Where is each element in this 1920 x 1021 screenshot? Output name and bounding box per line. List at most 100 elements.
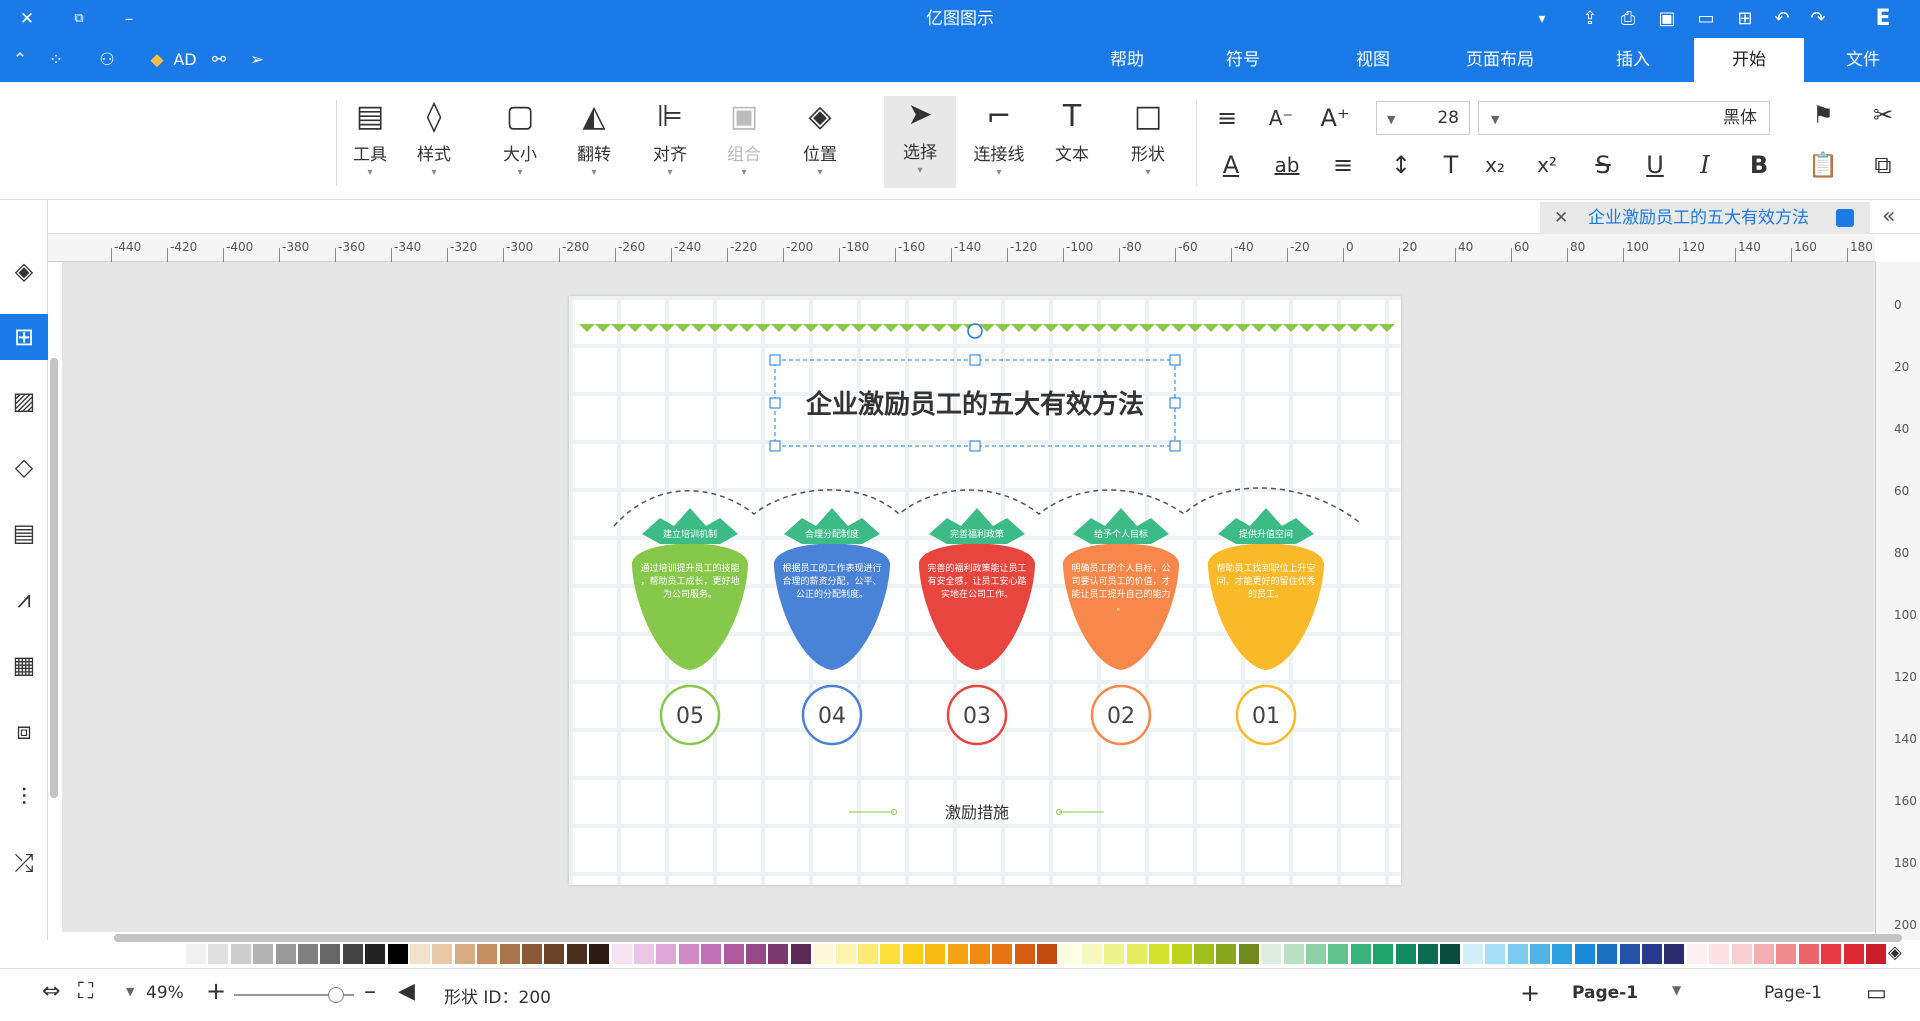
bullet-list-button[interactable]: ≡ xyxy=(1326,148,1360,182)
color-swatch[interactable] xyxy=(410,944,430,964)
add-page-icon[interactable]: + xyxy=(1520,979,1540,1007)
color-swatch[interactable] xyxy=(365,944,386,964)
rotate-handle[interactable] xyxy=(967,323,983,339)
color-swatch[interactable] xyxy=(1171,944,1192,964)
color-swatch[interactable] xyxy=(275,944,296,964)
send-icon[interactable]: ➢ xyxy=(244,41,270,79)
panel-toggle-icon[interactable]: ▭ xyxy=(1866,981,1887,1006)
text-tool-button[interactable]: T 文本 xyxy=(1044,98,1100,165)
vertical-scrollbar[interactable] xyxy=(50,358,58,798)
color-swatch[interactable] xyxy=(342,944,363,964)
export-icon[interactable]: ⇪ xyxy=(1578,0,1602,38)
zoom-level[interactable]: 49% xyxy=(146,983,184,1003)
resize-handle[interactable] xyxy=(1169,440,1181,452)
image-icon[interactable]: ▨ xyxy=(0,378,48,424)
color-swatch[interactable] xyxy=(858,944,878,964)
style-tool-button[interactable]: ◊ 样式 ▾ xyxy=(406,98,462,178)
color-swatch[interactable] xyxy=(1462,944,1483,964)
fill-bucket-icon[interactable]: ◈ xyxy=(1888,942,1902,963)
share-icon[interactable]: ⚯ xyxy=(206,41,232,79)
flip-tool-button[interactable]: ◭ 翻转 ▾ xyxy=(566,98,622,178)
play-icon[interactable]: ◀ xyxy=(398,979,415,1004)
font-color-button[interactable]: A xyxy=(1214,148,1248,182)
subscript-button[interactable]: x₂ xyxy=(1478,148,1512,182)
strikethrough-button[interactable]: S xyxy=(1586,148,1620,182)
align-dropdown-icon[interactable]: ≡ xyxy=(1210,101,1244,135)
zoom-slider-thumb[interactable] xyxy=(328,987,344,1003)
color-swatch[interactable] xyxy=(1104,944,1125,964)
color-swatch[interactable] xyxy=(566,944,587,964)
color-swatch[interactable] xyxy=(701,944,722,964)
strawberry-item[interactable]: 合理分配制度根据员工的工作表现进行合理的薪资分配，公平、公正的分配制度。 04 xyxy=(773,508,891,746)
tab-home[interactable]: 开始 xyxy=(1694,38,1804,82)
restore-icon[interactable]: ⧉ xyxy=(64,0,94,38)
fill-icon[interactable]: ◈ xyxy=(0,248,48,294)
quick-access-dropdown-icon[interactable]: ▾ xyxy=(1530,0,1554,38)
color-swatch[interactable] xyxy=(1238,944,1259,964)
diagram-title[interactable]: 企业激励员工的五大有效方法 xyxy=(806,389,1144,420)
color-swatch[interactable] xyxy=(1664,944,1685,964)
color-swatch[interactable] xyxy=(1261,944,1282,964)
print-icon[interactable]: ⎙ xyxy=(1616,0,1640,38)
position-tool-button[interactable]: ◈ 位置 ▾ xyxy=(792,98,848,178)
italic-button[interactable]: I xyxy=(1688,148,1722,182)
zoom-in-icon[interactable]: + xyxy=(206,977,226,1005)
color-swatch[interactable] xyxy=(992,944,1013,964)
color-swatch[interactable] xyxy=(230,944,251,964)
redo-icon[interactable]: ↷ xyxy=(1806,0,1830,38)
color-swatch[interactable] xyxy=(1530,944,1550,964)
layout-icon[interactable]: ⫶ xyxy=(0,774,48,820)
diagram-footer[interactable]: 激励措施 xyxy=(945,803,1009,822)
color-swatch[interactable] xyxy=(454,944,475,964)
text-style-button[interactable]: T xyxy=(1434,148,1468,182)
color-swatch[interactable] xyxy=(1843,944,1864,964)
color-swatch[interactable] xyxy=(1821,944,1842,964)
color-swatch[interactable] xyxy=(298,944,318,964)
color-swatch[interactable] xyxy=(1574,944,1595,964)
color-swatch[interactable] xyxy=(1798,944,1819,964)
color-swatch[interactable] xyxy=(768,944,789,964)
strawberry-item[interactable]: 建立培训机制通过培训提升员工的技能，帮助员工成长，更好地为公司服务。 05 xyxy=(631,508,749,746)
color-swatch[interactable] xyxy=(611,944,632,964)
color-swatch[interactable] xyxy=(790,944,811,964)
layers-icon[interactable]: ◇ xyxy=(0,444,48,490)
open-icon[interactable]: ▭ xyxy=(1694,0,1718,38)
bold-button[interactable]: B xyxy=(1742,148,1776,182)
color-swatch[interactable] xyxy=(925,944,946,964)
apps-icon[interactable]: ⁘ xyxy=(44,41,68,79)
collapse-panel-icon[interactable]: « xyxy=(1882,204,1895,229)
color-swatch[interactable] xyxy=(880,944,901,964)
color-swatch[interactable] xyxy=(208,944,229,964)
resize-handle[interactable] xyxy=(969,440,981,452)
color-swatch[interactable] xyxy=(902,944,923,964)
minimize-icon[interactable]: – xyxy=(114,0,144,38)
fit-page-icon[interactable]: ⇔ xyxy=(42,979,60,1004)
color-swatch[interactable] xyxy=(634,944,654,964)
color-swatch[interactable] xyxy=(1014,944,1035,964)
new-icon[interactable]: ⊞ xyxy=(1733,0,1757,38)
diagram-page[interactable]: 企业激励员工的五大有效方法 提供升值空间 帮助员工找到职位上升空 间，才能更好的留住… xyxy=(569,296,1401,885)
paste-icon[interactable]: 📋 xyxy=(1806,148,1840,182)
color-swatch[interactable] xyxy=(1619,944,1640,964)
color-swatch[interactable] xyxy=(163,944,184,964)
resize-handle[interactable] xyxy=(1169,397,1181,409)
horizontal-scrollbar[interactable] xyxy=(114,934,1902,942)
connector-tool-button[interactable]: ⌐ 连接线 ▾ xyxy=(964,98,1034,178)
zoom-dropdown-icon[interactable]: ▼ xyxy=(126,985,134,998)
strawberry-item[interactable]: 提供升值空间帮助员工找到职位上升空间，才能更好的留住优秀的员工。 01 xyxy=(1207,508,1325,746)
strawberry-item[interactable]: 完善福利政策完善的福利政策能让员工有安全感，让员工安心踏实地在公司工作。 03 xyxy=(918,508,1036,746)
tab-page-layout[interactable]: 页面布局 xyxy=(1440,38,1560,82)
color-swatch[interactable] xyxy=(1082,944,1102,964)
font-family-select[interactable]: 黑体 ▼ xyxy=(1478,101,1770,135)
resize-handle[interactable] xyxy=(769,440,781,452)
color-swatch[interactable] xyxy=(678,944,699,964)
tab-help[interactable]: 帮助 xyxy=(1072,38,1182,82)
resize-handle[interactable] xyxy=(969,354,981,366)
color-swatch[interactable] xyxy=(656,944,677,964)
puzzle-icon[interactable]: ⧈ xyxy=(0,708,48,754)
color-swatch[interactable] xyxy=(1686,944,1707,964)
color-swatch[interactable] xyxy=(1059,944,1080,964)
color-swatch[interactable] xyxy=(1552,944,1573,964)
page-dropdown-icon[interactable]: ▼ xyxy=(1672,983,1681,997)
close-icon[interactable]: ✕ xyxy=(12,0,42,38)
